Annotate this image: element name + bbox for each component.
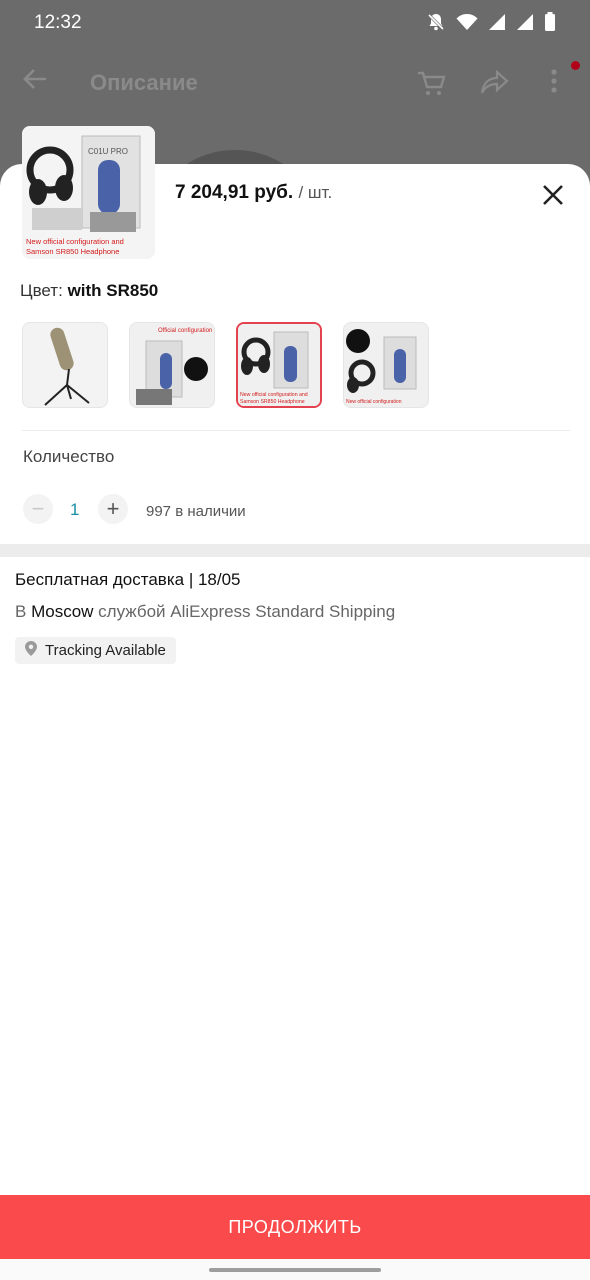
background-header: Описание xyxy=(0,56,590,112)
cellular-signal-2-icon xyxy=(516,13,534,36)
location-pin-icon xyxy=(25,641,37,660)
wifi-icon xyxy=(456,13,478,36)
quantity-decrease-button[interactable]: − xyxy=(23,494,53,524)
price-unit: / шт. xyxy=(298,183,333,202)
variant-mic-sr850[interactable]: New official configuration and Samson SR… xyxy=(236,322,322,408)
variant-mic-windscreen[interactable]: Official configuration xyxy=(129,322,215,408)
svg-text:Samson SR850 Headphone: Samson SR850 Headphone xyxy=(240,399,305,405)
status-bar: 12:32 xyxy=(0,0,590,46)
status-icons xyxy=(426,12,556,37)
color-value: with SR850 xyxy=(67,281,159,300)
svg-text:Samson SR850 Headphone: Samson SR850 Headphone xyxy=(26,247,119,256)
variant-microphone-tripod[interactable] xyxy=(22,322,108,408)
share-icon xyxy=(480,68,510,103)
svg-text:New official configuration: New official configuration xyxy=(346,399,402,405)
delivery-city[interactable]: Moscow xyxy=(31,602,93,621)
delivery-prefix: В xyxy=(15,602,27,621)
color-variants: Official configuration New official conf… xyxy=(22,322,429,408)
notification-dot xyxy=(571,61,580,70)
color-label: Цвет: xyxy=(20,281,63,300)
divider xyxy=(22,430,570,431)
svg-text:C01U PRO: C01U PRO xyxy=(88,147,128,156)
more-menu-icon xyxy=(550,68,558,101)
price: 7 204,91 руб. xyxy=(175,182,294,203)
delivery-title: Бесплатная доставка | 18/05 xyxy=(15,570,241,589)
status-time: 12:32 xyxy=(34,12,82,33)
notifications-off-icon xyxy=(426,12,446,37)
variant-mic-sr850-windscreen[interactable]: New official configuration xyxy=(343,322,429,408)
quantity-increase-button[interactable]: + xyxy=(98,494,128,524)
close-icon xyxy=(540,185,566,212)
quantity-value[interactable]: 1 xyxy=(70,500,79,520)
cellular-signal-icon xyxy=(488,13,506,36)
battery-icon xyxy=(544,12,556,37)
cart-icon xyxy=(416,68,446,103)
home-gesture-handle[interactable] xyxy=(209,1268,381,1272)
close-button[interactable] xyxy=(540,182,566,208)
svg-text:New official configuration and: New official configuration and xyxy=(240,392,308,398)
background-title: Описание xyxy=(90,70,198,95)
continue-button[interactable]: ПРОДОЛЖИТЬ xyxy=(0,1195,590,1259)
price-row: 7 204,91 руб. / шт. xyxy=(175,182,332,204)
back-arrow-icon xyxy=(22,66,48,99)
svg-text:Official configuration: Official configuration xyxy=(158,328,212,334)
tracking-badge: Tracking Available xyxy=(15,637,176,664)
stock-count: 997 в наличии xyxy=(146,503,246,520)
svg-text:New official configuration and: New official configuration and xyxy=(26,237,124,246)
delivery-details: В Moscow службой AliExpress Standard Shi… xyxy=(15,602,395,622)
section-separator xyxy=(0,544,590,557)
product-image: C01U PRO New official configuration and … xyxy=(22,126,155,259)
delivery-suffix: службой AliExpress Standard Shipping xyxy=(98,602,396,621)
tracking-text: Tracking Available xyxy=(45,642,166,659)
quantity-label: Количество xyxy=(23,447,115,466)
color-row: Цвет: with SR850 xyxy=(20,281,158,301)
